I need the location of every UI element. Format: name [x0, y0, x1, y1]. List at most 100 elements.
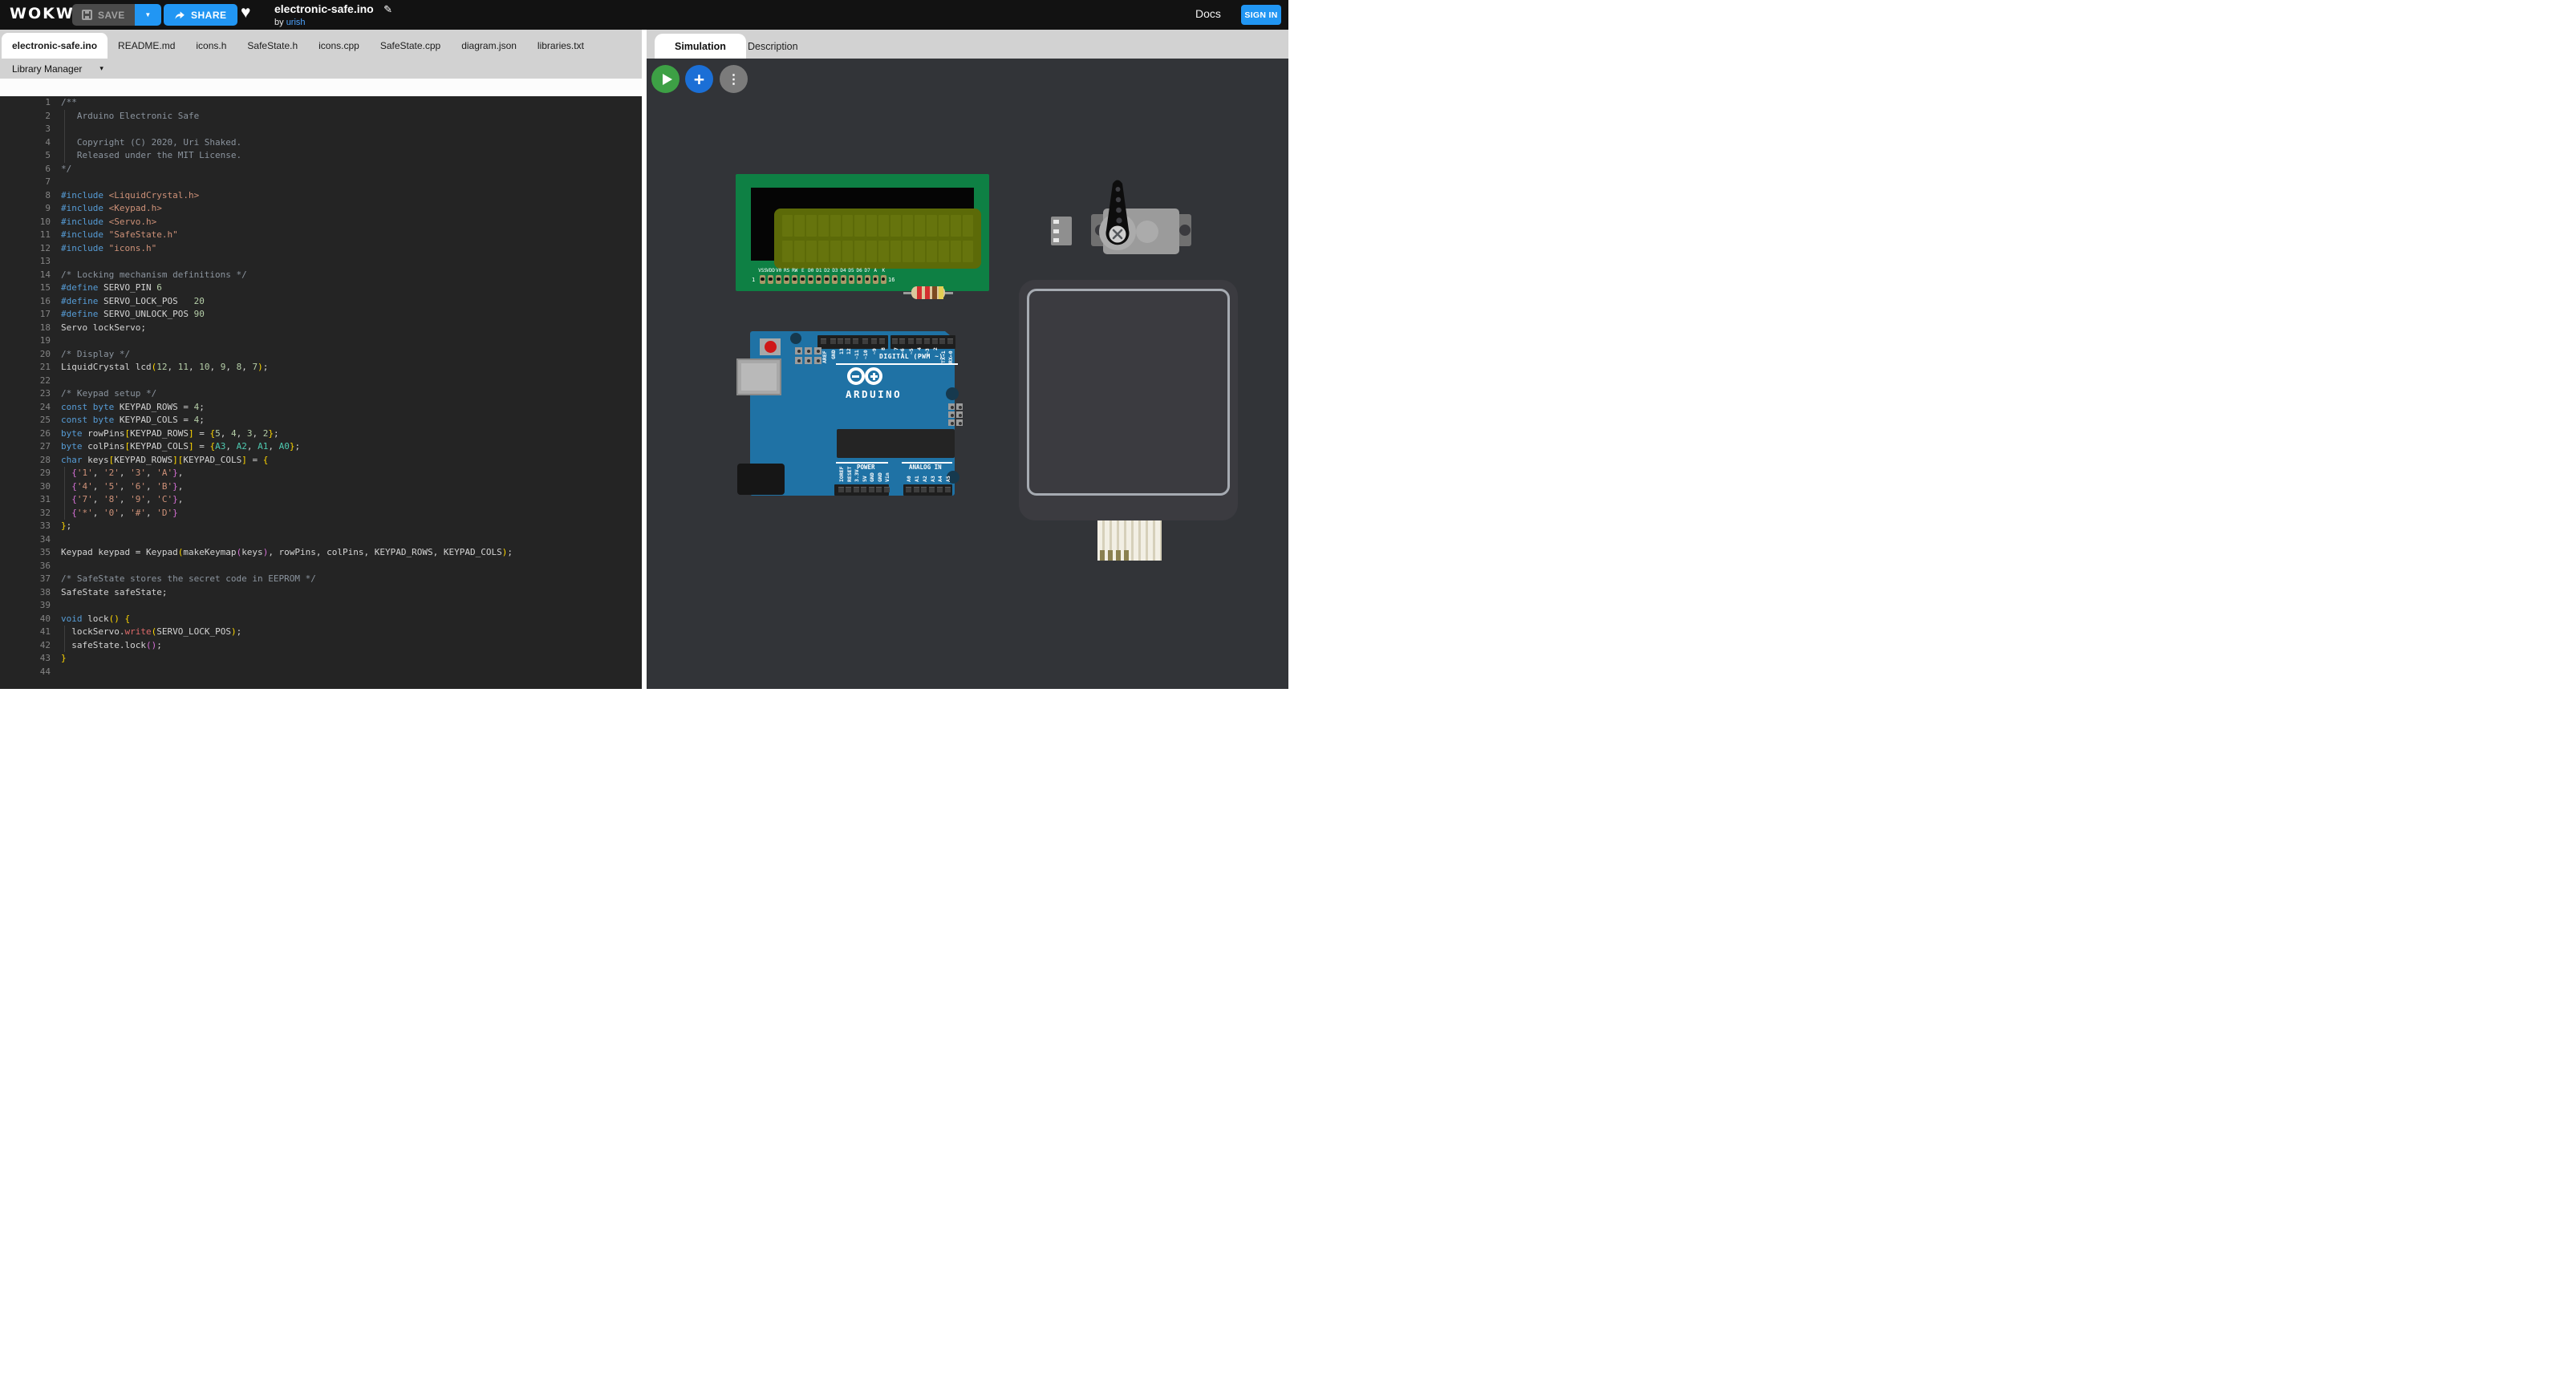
- membrane-keypad[interactable]: [1019, 280, 1238, 520]
- line-number: 23: [0, 387, 51, 401]
- digital-pin[interactable]: [939, 338, 945, 344]
- lcd-cell: [878, 241, 889, 262]
- digital-pin[interactable]: [821, 338, 826, 344]
- digital-pin[interactable]: [862, 338, 868, 344]
- power-pin[interactable]: [884, 487, 890, 492]
- line-number: 42: [0, 639, 51, 653]
- lcd-cell: [939, 215, 949, 237]
- digital-pin[interactable]: [947, 338, 953, 344]
- docs-link[interactable]: Docs: [1195, 7, 1221, 20]
- digital-pin[interactable]: [924, 338, 930, 344]
- digital-pin[interactable]: [838, 338, 843, 344]
- lcd-pin-VDD[interactable]: [768, 275, 773, 284]
- lcd-cell: [806, 215, 817, 237]
- icsp-pin: [805, 357, 812, 364]
- lcd-pin-A[interactable]: [873, 275, 878, 284]
- lcd-pin-D4[interactable]: [841, 275, 846, 284]
- code-editor[interactable]: 1/**2 Arduino Electronic Safe34 Copyrigh…: [0, 96, 642, 689]
- lcd-pin-VSS[interactable]: [760, 275, 765, 284]
- code-line: 34: [0, 533, 642, 547]
- analog-pin[interactable]: [929, 487, 935, 492]
- pin-label-GND: GND: [830, 350, 837, 359]
- digital-pin[interactable]: [892, 338, 898, 344]
- author-link[interactable]: urish: [286, 18, 306, 27]
- digital-pin[interactable]: [908, 338, 914, 344]
- lcd-pin-D5[interactable]: [849, 275, 854, 284]
- power-pin[interactable]: [869, 487, 874, 492]
- resistor-220[interactable]: [911, 286, 945, 299]
- lcd-pin-V0[interactable]: [776, 275, 781, 284]
- wokwi-logo[interactable]: WOKWI: [10, 5, 82, 22]
- lcd-pin-RS[interactable]: [784, 275, 789, 284]
- code-text: byte colPins[KEYPAD_COLS] = {A3, A2, A1,…: [61, 440, 300, 454]
- code-text: char keys[KEYPAD_ROWS][KEYPAD_COLS] = {: [61, 454, 268, 468]
- indent-guide: [64, 626, 65, 652]
- analog-pin[interactable]: [914, 487, 919, 492]
- share-button[interactable]: SHARE: [164, 4, 237, 26]
- tab-description[interactable]: Description: [738, 34, 808, 59]
- add-part-button[interactable]: +: [685, 65, 713, 93]
- save-icon: [82, 10, 92, 20]
- line-number: 3: [0, 123, 51, 136]
- library-manager-row[interactable]: Library Manager ▾: [0, 59, 642, 79]
- lcd-pin-D3[interactable]: [832, 275, 838, 284]
- pin-label-7: 7: [893, 347, 899, 350]
- lcd-pin-D2[interactable]: [824, 275, 830, 284]
- analog-pin[interactable]: [945, 487, 951, 492]
- digital-pin[interactable]: [879, 338, 885, 344]
- code-line: 39: [0, 599, 642, 613]
- code-text: LiquidCrystal lcd(12, 11, 10, 9, 8, 7);: [61, 361, 268, 375]
- line-number: 34: [0, 533, 51, 547]
- pin-label-8: 8: [880, 347, 886, 350]
- file-tab-electronic-safe.ino[interactable]: electronic-safe.ino: [2, 33, 108, 59]
- save-button[interactable]: SAVE ▼: [72, 4, 161, 26]
- file-tab-diagram.json[interactable]: diagram.json: [451, 33, 527, 59]
- file-tab-SafeState.cpp[interactable]: SafeState.cpp: [370, 33, 451, 59]
- lcd-pin-D0[interactable]: [808, 275, 813, 284]
- power-pin[interactable]: [876, 487, 882, 492]
- lcd-pin-D6[interactable]: [857, 275, 862, 284]
- power-pin[interactable]: [861, 487, 866, 492]
- lcd-pin-RW[interactable]: [792, 275, 797, 284]
- analog-pin[interactable]: [937, 487, 943, 492]
- play-button[interactable]: [651, 65, 679, 93]
- code-text: {'1', '2', '3', 'A'},: [61, 467, 183, 480]
- simulation-canvas[interactable]: + ⋮ VSSVDDV0RSRWED0D1D2D3D4D5D6D7AK116: [647, 59, 1288, 689]
- digital-pin[interactable]: [830, 338, 836, 344]
- power-pin[interactable]: [846, 487, 851, 492]
- file-tab-libraries.txt[interactable]: libraries.txt: [527, 33, 594, 59]
- digital-pin[interactable]: [932, 338, 938, 344]
- lcd1602-module[interactable]: [736, 174, 989, 291]
- lcd-pin-D7[interactable]: [865, 275, 870, 284]
- analog-pin[interactable]: [921, 487, 927, 492]
- file-tab-icons.cpp[interactable]: icons.cpp: [308, 33, 370, 59]
- more-options-button[interactable]: ⋮: [720, 65, 748, 93]
- lcd-pin-K[interactable]: [881, 275, 886, 284]
- analog-pin[interactable]: [906, 487, 911, 492]
- power-pin[interactable]: [838, 487, 844, 492]
- heart-icon[interactable]: ♥: [241, 3, 250, 22]
- lcd-cell: [854, 241, 865, 262]
- sign-in-button[interactable]: SIGN IN: [1241, 5, 1281, 25]
- mounting-hole: [790, 333, 801, 344]
- tab-simulation[interactable]: Simulation: [655, 34, 746, 59]
- reset-button[interactable]: [765, 341, 777, 353]
- line-number: 7: [0, 176, 51, 189]
- digital-pin[interactable]: [916, 338, 922, 344]
- digital-pin[interactable]: [853, 338, 858, 344]
- code-text: Keypad keypad = Keypad(makeKeymap(keys),…: [61, 546, 513, 560]
- digital-pin[interactable]: [899, 338, 905, 344]
- lcd-cell: [866, 215, 877, 237]
- file-tab-SafeState.h[interactable]: SafeState.h: [237, 33, 308, 59]
- save-dropdown-button[interactable]: ▼: [135, 4, 161, 26]
- code-line: 26byte rowPins[KEYPAD_ROWS] = {5, 4, 3, …: [0, 427, 642, 441]
- digital-pin[interactable]: [871, 338, 877, 344]
- power-pin[interactable]: [854, 487, 859, 492]
- file-tab-README.md[interactable]: README.md: [108, 33, 185, 59]
- digital-pin[interactable]: [845, 338, 850, 344]
- lcd-pin-D1[interactable]: [816, 275, 821, 284]
- lcd-pin-E[interactable]: [800, 275, 805, 284]
- edit-title-icon[interactable]: ✎: [383, 3, 392, 15]
- code-line: 2 Arduino Electronic Safe: [0, 110, 642, 124]
- file-tab-icons.h[interactable]: icons.h: [185, 33, 237, 59]
